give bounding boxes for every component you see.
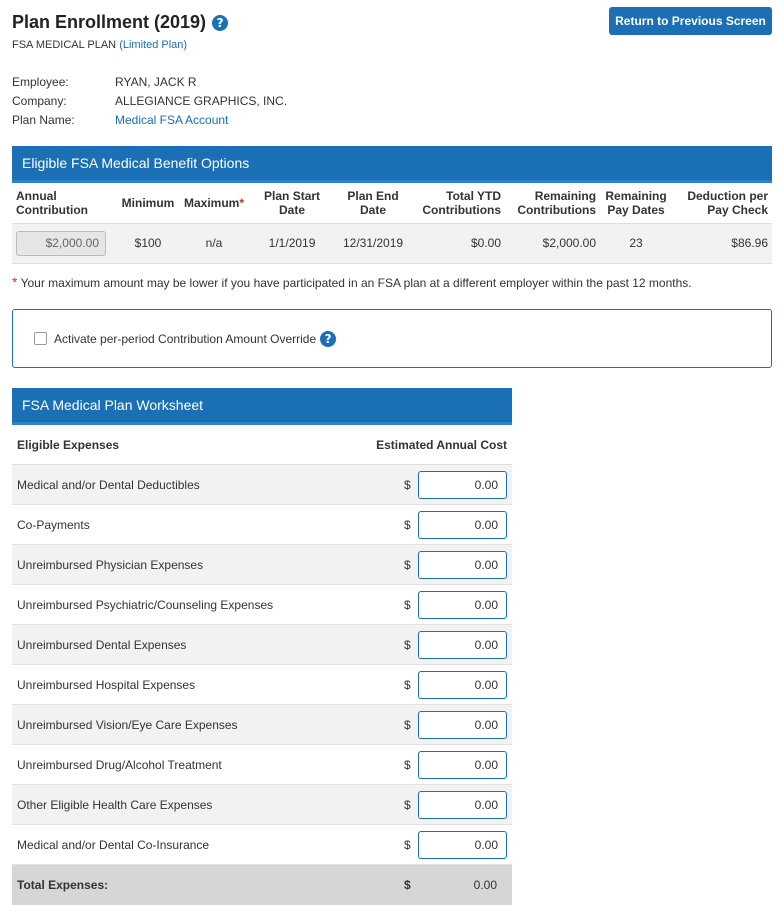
eligible-options-header: Eligible FSA Medical Benefit Options	[12, 146, 772, 183]
expense-label: Other Eligible Health Care Expenses	[17, 797, 213, 812]
page-title: Plan Enrollment (2019)	[12, 12, 207, 32]
worksheet-header: FSA Medical Plan Worksheet	[12, 388, 512, 425]
maximum-footnote: * Your maximum amount may be lower if yo…	[12, 274, 692, 290]
info-row-company: Company: ALLEGIANCE GRAPHICS, INC.	[12, 92, 287, 111]
info-label: Employee:	[12, 75, 69, 89]
limited-plan-link[interactable]: (Limited Plan)	[119, 39, 187, 51]
currency-symbol: $	[404, 797, 411, 812]
table-row: Unreimbursed Psychiatric/Counseling Expe…	[12, 585, 512, 625]
minimum-cell: $100	[116, 223, 180, 264]
plan-name-link[interactable]: Medical FSA Account	[115, 111, 228, 130]
return-to-previous-button[interactable]: Return to Previous Screen	[609, 7, 772, 35]
table-row: Co-Payments $	[12, 505, 512, 545]
currency-symbol: $	[404, 637, 411, 652]
worksheet-rows: Medical and/or Dental Deductibles $ Co-P…	[12, 465, 512, 865]
col-eligible-expenses: Eligible Expenses	[17, 437, 120, 452]
info-label: Plan Name:	[12, 113, 75, 127]
remaining-contributions-cell: $2,000.00	[505, 223, 601, 264]
table-row: Medical and/or Dental Co-Insurance $	[12, 825, 512, 865]
col-annual-contribution: Annual Contribution	[12, 183, 116, 224]
expense-label: Unreimbursed Vision/Eye Care Expenses	[17, 717, 238, 732]
options-table: Annual Contribution Minimum Maximum* Pla…	[12, 183, 772, 264]
table-row: Unreimbursed Drug/Alcohol Treatment $	[12, 745, 512, 785]
currency-symbol: $	[404, 677, 411, 692]
footnote-text: Your maximum amount may be lower if you …	[20, 276, 692, 290]
currency-symbol: $	[404, 757, 411, 772]
currency-symbol: $	[404, 597, 411, 612]
help-icon[interactable]: ?	[212, 14, 229, 31]
table-row: Unreimbursed Hospital Expenses $	[12, 665, 512, 705]
table-row: Unreimbursed Dental Expenses $	[12, 625, 512, 665]
expense-amount-input[interactable]	[418, 790, 507, 819]
currency-symbol: $	[404, 837, 411, 852]
col-plan-end: Plan End Date	[336, 183, 411, 224]
col-minimum: Minimum	[116, 183, 180, 224]
deduction-per-pay-cell: $86.96	[672, 223, 772, 264]
currency-symbol: $	[404, 557, 411, 572]
footnote-star: *	[12, 274, 18, 290]
required-star: *	[239, 195, 245, 210]
total-expenses-row: Total Expenses: $ 0.00	[12, 865, 512, 905]
expense-label: Medical and/or Dental Deductibles	[17, 477, 200, 492]
total-ytd-cell: $0.00	[410, 223, 506, 264]
eligible-options-panel: Eligible FSA Medical Benefit Options Ann…	[12, 146, 772, 264]
currency-symbol: $	[404, 517, 411, 532]
plan-subtitle: FSA MEDICAL PLAN (Limited Plan)	[12, 39, 187, 51]
currency-symbol: $	[404, 477, 411, 492]
expense-label: Unreimbursed Hospital Expenses	[17, 677, 196, 692]
override-panel: Activate per-period Contribution Amount …	[12, 309, 772, 368]
expense-amount-input[interactable]	[418, 830, 507, 859]
col-maximum-label: Maximum	[184, 195, 240, 210]
currency-symbol: $	[404, 878, 411, 892]
override-help-icon[interactable]: ?	[320, 330, 337, 347]
col-remaining-pay-dates: Remaining Pay Dates	[600, 183, 673, 224]
table-row: Unreimbursed Physician Expenses $	[12, 545, 512, 585]
maximum-cell: n/a	[180, 223, 249, 264]
col-plan-start: Plan Start Date	[248, 183, 337, 224]
expense-label: Unreimbursed Physician Expenses	[17, 557, 204, 572]
expense-label: Unreimbursed Drug/Alcohol Treatment	[17, 757, 222, 772]
table-row: Unreimbursed Vision/Eye Care Expenses $	[12, 705, 512, 745]
override-checkbox[interactable]	[34, 332, 47, 345]
col-total-ytd: Total YTD Contributions	[410, 183, 506, 224]
worksheet-column-headers: Eligible Expenses Estimated Annual Cost	[12, 425, 512, 465]
employee-info: Employee: RYAN, JACK R Company: ALLEGIAN…	[12, 73, 287, 130]
total-expenses-value: 0.00	[473, 878, 497, 892]
table-row: Other Eligible Health Care Expenses $	[12, 785, 512, 825]
expense-amount-input[interactable]	[418, 670, 507, 699]
expense-label: Unreimbursed Dental Expenses	[17, 637, 187, 652]
plan-start-cell: 1/1/2019	[248, 223, 337, 264]
total-expenses-label: Total Expenses:	[17, 878, 109, 892]
expense-label: Medical and/or Dental Co-Insurance	[17, 837, 210, 852]
col-estimated-annual-cost: Estimated Annual Cost	[376, 437, 507, 452]
expense-label: Co-Payments	[17, 517, 90, 532]
table-row: $100 n/a 1/1/2019 12/31/2019 $0.00 $2,00…	[12, 223, 772, 264]
col-remaining-contributions: Remaining Contributions	[505, 183, 601, 224]
expense-amount-input[interactable]	[418, 510, 507, 539]
annual-contribution-cell	[12, 223, 116, 264]
plan-name-text: FSA MEDICAL PLAN	[12, 39, 117, 51]
expense-amount-input[interactable]	[418, 470, 507, 499]
expense-amount-input[interactable]	[418, 590, 507, 619]
expense-amount-input[interactable]	[418, 630, 507, 659]
override-label[interactable]: Activate per-period Contribution Amount …	[54, 332, 316, 346]
plan-end-cell: 12/31/2019	[336, 223, 411, 264]
table-row: Medical and/or Dental Deductibles $	[12, 465, 512, 505]
page-title-row: Plan Enrollment (2019) ?	[12, 12, 229, 33]
info-row-employee: Employee: RYAN, JACK R	[12, 73, 287, 92]
info-row-plan-name: Plan Name: Medical FSA Account	[12, 111, 287, 130]
worksheet-panel: FSA Medical Plan Worksheet Eligible Expe…	[12, 388, 512, 905]
info-label: Company:	[12, 94, 67, 108]
expense-amount-input[interactable]	[418, 710, 507, 739]
col-deduction-per-pay: Deduction per Pay Check	[672, 183, 772, 224]
info-value: RYAN, JACK R	[115, 75, 197, 89]
currency-symbol: $	[404, 717, 411, 732]
col-maximum: Maximum*	[180, 183, 249, 224]
info-value: ALLEGIANCE GRAPHICS, INC.	[115, 94, 288, 108]
expense-label: Unreimbursed Psychiatric/Counseling Expe…	[17, 597, 274, 612]
remaining-pay-dates-cell: 23	[600, 223, 673, 264]
expense-amount-input[interactable]	[418, 750, 507, 779]
expense-amount-input[interactable]	[418, 550, 507, 579]
annual-contribution-input	[16, 230, 106, 256]
